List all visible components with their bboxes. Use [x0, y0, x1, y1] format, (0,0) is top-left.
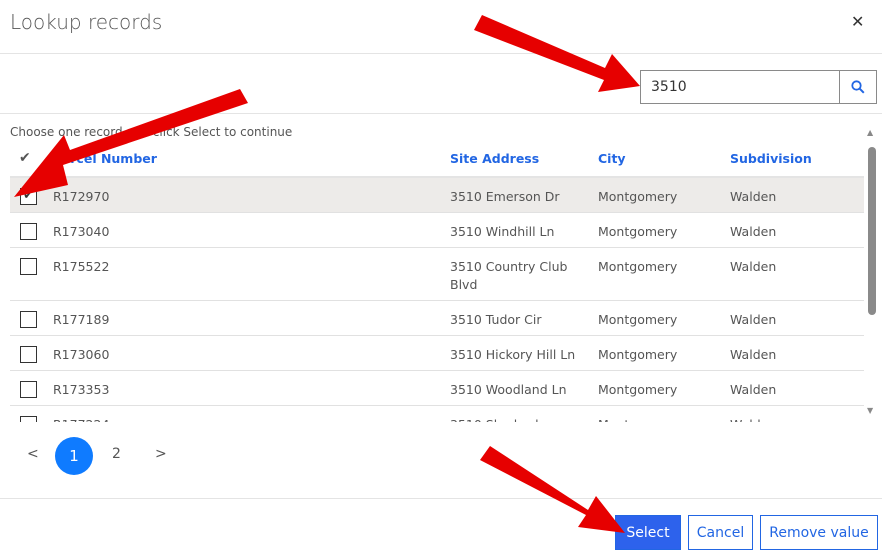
site-address: 3510 Tudor Cir [450, 312, 542, 327]
subdivision: Walden [730, 382, 777, 397]
subdivision: Walden [730, 312, 777, 327]
subdivision: Walden [730, 416, 776, 422]
city: Montgomery [598, 224, 678, 239]
divider [0, 498, 882, 499]
site-address: 3510 Shadowlawn Dr [450, 416, 580, 422]
page-1-button[interactable]: 1 [55, 437, 93, 475]
dialog-title: Lookup records [10, 10, 163, 34]
table-row[interactable]: R175522 3510 Country Club Blvd Montgomer… [10, 248, 864, 301]
scrollbar-thumb[interactable] [868, 147, 876, 315]
table-row[interactable]: R173060 3510 Hickory Hill Ln Montgomery … [10, 336, 864, 371]
table-row[interactable]: R177189 3510 Tudor Cir Montgomery Walden [10, 301, 864, 336]
next-page-button[interactable]: > [155, 446, 167, 462]
city: Montgomery [598, 382, 678, 397]
row-checkbox[interactable] [20, 258, 37, 275]
city: Montgomery [598, 259, 678, 274]
row-checkbox[interactable] [20, 346, 37, 363]
city: Montgomery [598, 416, 677, 422]
parcel-number: R177189 [53, 312, 110, 327]
column-header-subdivision[interactable]: Subdivision [730, 151, 812, 166]
subdivision: Walden [730, 224, 777, 239]
table-row[interactable]: R173353 3510 Woodland Ln Montgomery Wald… [10, 371, 864, 406]
records-table: ✔ R172970 3510 Emerson Dr Montgomery Wal… [10, 178, 864, 422]
divider [0, 113, 882, 114]
prev-page-button[interactable]: < [27, 446, 39, 462]
row-checkbox[interactable]: ✔ [20, 188, 37, 205]
row-checkbox[interactable] [20, 311, 37, 328]
remove-value-button[interactable]: Remove value [760, 515, 878, 550]
site-address: 3510 Country Club Blvd [450, 259, 568, 292]
page-2-button[interactable]: 2 [112, 446, 121, 462]
instructions: Choose one record and click Select to co… [10, 125, 293, 139]
search-icon [851, 80, 865, 94]
subdivision: Walden [730, 189, 777, 204]
row-checkbox[interactable] [20, 416, 37, 422]
site-address: 3510 Hickory Hill Ln [450, 347, 576, 362]
column-header-city[interactable]: City [598, 151, 626, 166]
parcel-number: R173060 [53, 347, 110, 362]
city: Montgomery [598, 347, 678, 362]
search-input[interactable] [640, 70, 840, 104]
column-header-site-address[interactable]: Site Address [450, 151, 539, 166]
city: Montgomery [598, 189, 678, 204]
select-button[interactable]: Select [615, 515, 681, 550]
subdivision: Walden [730, 259, 777, 274]
city: Montgomery [598, 312, 678, 327]
parcel-number: R173040 [53, 224, 110, 239]
search-button[interactable] [839, 70, 877, 104]
table-row[interactable]: ✔ R172970 3510 Emerson Dr Montgomery Wal… [10, 178, 864, 213]
site-address: 3510 Woodland Ln [450, 382, 567, 397]
select-all-check-icon[interactable]: ✔ [19, 150, 31, 166]
row-checkbox[interactable] [20, 223, 37, 240]
divider [0, 53, 882, 54]
parcel-number: R175522 [53, 259, 110, 274]
parcel-number: R173353 [53, 382, 110, 397]
table-row[interactable]: R177224 3510 Shadowlawn Dr Montgomery Wa… [10, 406, 864, 422]
site-address: 3510 Emerson Dr [450, 189, 560, 204]
row-checkbox[interactable] [20, 381, 37, 398]
parcel-number: R177224 [53, 416, 109, 422]
parcel-number: R172970 [53, 189, 110, 204]
column-header-parcel-number[interactable]: Parcel Number [53, 151, 157, 166]
subdivision: Walden [730, 347, 777, 362]
cancel-button[interactable]: Cancel [688, 515, 753, 550]
close-icon[interactable]: ✕ [851, 12, 864, 31]
table-row[interactable]: R173040 3510 Windhill Ln Montgomery Wald… [10, 213, 864, 248]
site-address: 3510 Windhill Ln [450, 224, 555, 239]
arrow-to-select [480, 446, 625, 533]
